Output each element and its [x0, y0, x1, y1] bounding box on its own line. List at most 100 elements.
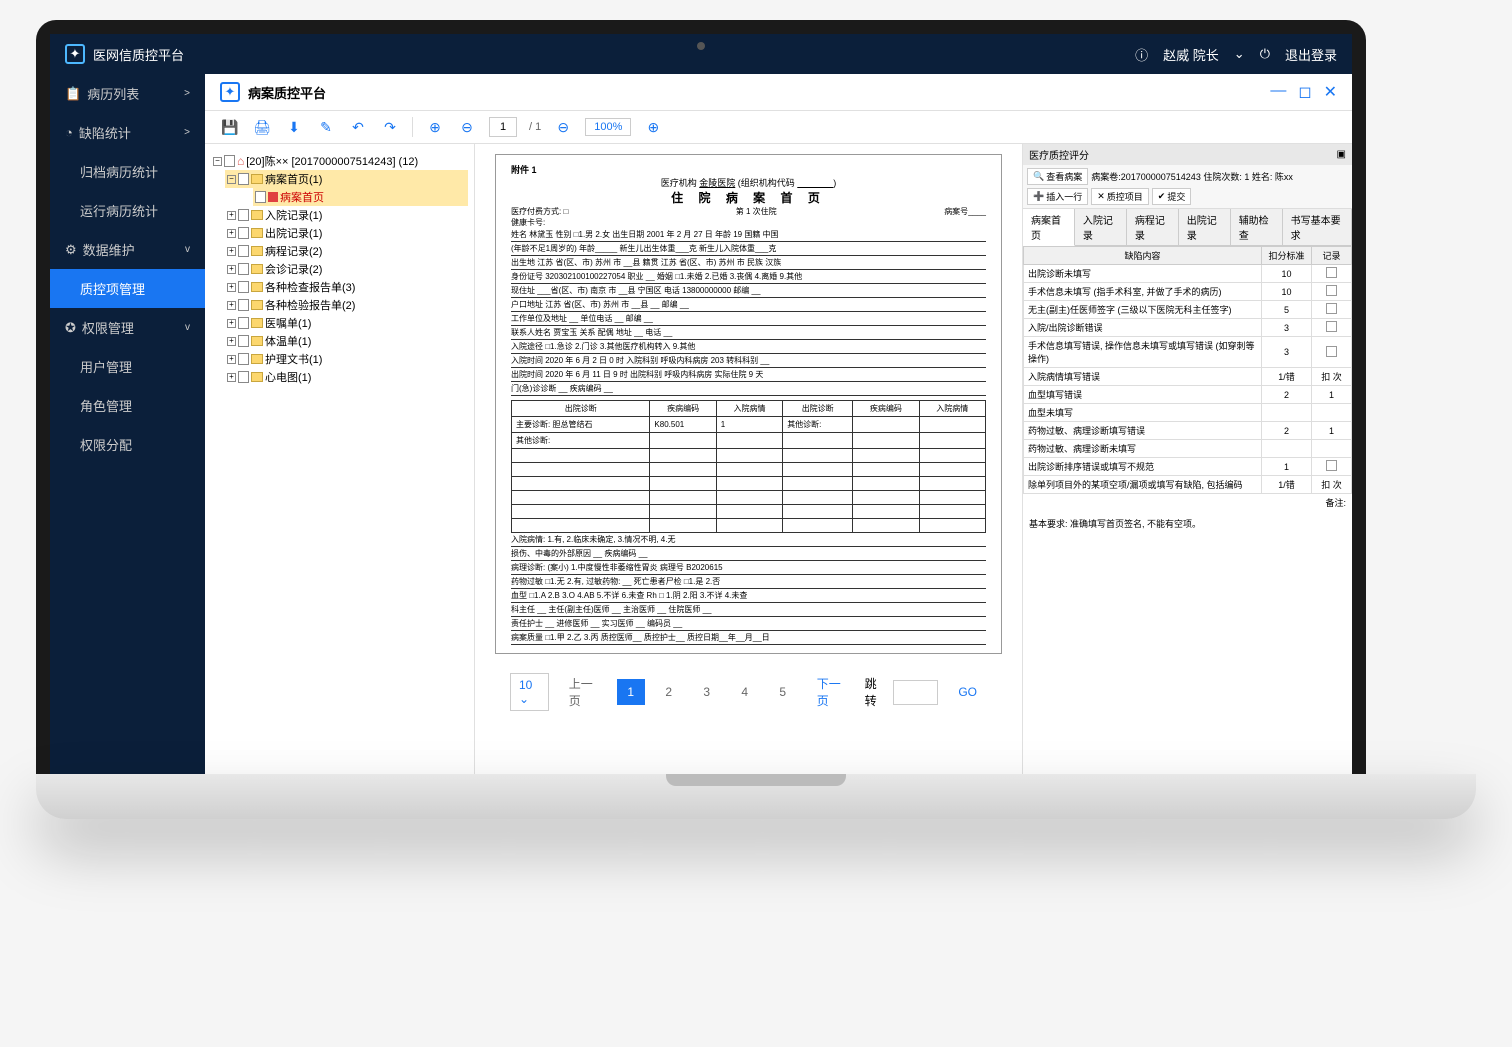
page-3[interactable]: 3 [693, 679, 721, 705]
edit-icon[interactable]: ✎ [316, 118, 336, 136]
print-icon[interactable]: 🖨 [252, 118, 272, 136]
qc-row[interactable]: 血型未填写 [1024, 404, 1352, 422]
page-1[interactable]: 1 [617, 679, 645, 705]
tree-node[interactable]: + 体温单(1) [225, 332, 468, 350]
tree-leaf-selected[interactable]: 病案首页 [253, 188, 468, 206]
note-label: 备注: [1023, 494, 1352, 511]
page-up-icon[interactable]: ⊕ [425, 118, 445, 136]
app-logo-icon: ✦ [65, 44, 85, 64]
qc-row[interactable]: 出院诊断排序错误或填写不规范1 [1024, 458, 1352, 476]
sidebar: 📋病历列表> ◔缺陷统计> 归档病历统计 运行病历统计 ⚙数据维护v 质控项管理… [50, 74, 205, 774]
page-total: / 1 [529, 121, 541, 133]
chevron-down-icon[interactable]: ⌄ [1234, 46, 1245, 62]
sidebar-item-qc[interactable]: 质控项管理 [50, 269, 205, 308]
tree-node[interactable]: + 各种检验报告单(2) [225, 296, 468, 314]
sidebar-item-archived[interactable]: 归档病历统计 [50, 152, 205, 191]
tree-node[interactable]: + 出院记录(1) [225, 224, 468, 242]
jump-input[interactable] [893, 680, 938, 705]
tree-node[interactable]: + 护理文书(1) [225, 350, 468, 368]
qc-row[interactable]: 药物过敏、病理诊断未填写 [1024, 440, 1352, 458]
user-name[interactable]: 赵威 院长 [1163, 45, 1219, 64]
page-down-icon[interactable]: ⊖ [457, 118, 477, 136]
tree-node[interactable]: − 病案首页(1) [225, 170, 468, 188]
zoom-in-icon[interactable]: ⊕ [643, 118, 663, 136]
sidebar-item-perms[interactable]: 权限分配 [50, 425, 205, 464]
tree-panel: −⌂ [20]陈×× [2017000007514243] (12) − 病案首… [205, 144, 475, 774]
qc-row[interactable]: 药物过敏、病理诊断填写错误21 [1024, 422, 1352, 440]
page-input[interactable] [489, 117, 517, 137]
document-title: 住 院 病 案 首 页 [511, 189, 986, 206]
page-5[interactable]: 5 [769, 679, 797, 705]
minimize-icon[interactable]: — [1270, 82, 1286, 102]
qc-search-bar: 🔍查看病案 病案卷:2017000007514243 住院次数: 1 姓名: 陈… [1023, 165, 1352, 209]
qc-tab[interactable]: 书写基本要求 [1283, 209, 1352, 245]
sidebar-item-users[interactable]: 用户管理 [50, 347, 205, 386]
content-header: ✦ 病案质控平台 — ◻ ✕ [205, 74, 1352, 111]
qc-row[interactable]: 手术信息填写错误, 操作信息未填写或填写错误 (如穿刺等操作)3 [1024, 337, 1352, 368]
prev-page-button[interactable]: 上一页 [559, 669, 607, 715]
export-icon[interactable]: ⬇ [284, 118, 304, 136]
page-2[interactable]: 2 [655, 679, 683, 705]
sidebar-item-records[interactable]: 📋病历列表> [50, 74, 205, 113]
qc-row[interactable]: 血型填写错误21 [1024, 386, 1352, 404]
sidebar-item-running[interactable]: 运行病历统计 [50, 191, 205, 230]
sidebar-item-auth[interactable]: ✪权限管理v [50, 308, 205, 347]
content-icon: ✦ [220, 82, 240, 102]
qc-items-button[interactable]: ✕质控项目 [1091, 188, 1149, 205]
qc-row[interactable]: 入院病情填写错误1/错扣 次 [1024, 368, 1352, 386]
diagnosis-table: 出院诊断疾病编码入院病情出院诊断疾病编码入院病情 主要诊断: 胆总管结石 K80… [511, 400, 986, 533]
sidebar-item-data[interactable]: ⚙数据维护v [50, 230, 205, 269]
save-icon[interactable]: 💾 [220, 118, 240, 136]
sidebar-item-roles[interactable]: 角色管理 [50, 386, 205, 425]
insert-row-button[interactable]: ➕插入一行 [1027, 188, 1088, 205]
content-title: 病案质控平台 [248, 83, 326, 102]
document-panel: 附件 1 医疗机构 金陵医院 (组织机构代码 ) 住 院 病 案 首 页 医疗付… [475, 144, 1022, 774]
qc-header: 医疗质控评分 ▣ [1023, 144, 1352, 165]
case-info: 病案卷:2017000007514243 住院次数: 1 姓名: 陈xx [1091, 170, 1293, 183]
document-page: 附件 1 医疗机构 金陵医院 (组织机构代码 ) 住 院 病 案 首 页 医疗付… [495, 154, 1002, 654]
undo-icon[interactable]: ↶ [348, 118, 368, 136]
page-size-select[interactable]: 10 ⌄ [510, 673, 549, 711]
qc-row[interactable]: 入院/出院诊断错误3 [1024, 319, 1352, 337]
qc-row[interactable]: 出院诊断未填写10 [1024, 265, 1352, 283]
qc-row[interactable]: 除单列项目外的某项空项/漏项或填写有缺陷, 包括编码1/错扣 次 [1024, 476, 1352, 494]
tree-node[interactable]: + 心电图(1) [225, 368, 468, 386]
toolbar: 💾 🖨 ⬇ ✎ ↶ ↷ ⊕ ⊖ / 1 ⊖ 100% ⊕ [205, 111, 1352, 144]
app-title: 医网信质控平台 [93, 45, 184, 64]
go-button[interactable]: GO [948, 679, 987, 705]
tree-node[interactable]: + 会诊记录(2) [225, 260, 468, 278]
view-case-button[interactable]: 🔍查看病案 [1027, 168, 1088, 185]
next-page-button[interactable]: 下一页 [807, 669, 855, 715]
page-4[interactable]: 4 [731, 679, 759, 705]
power-icon: ⏻ [1260, 46, 1270, 62]
pagination: 10 ⌄ 上一页 1 2 3 4 5 下一页 跳转 GO [495, 654, 1002, 730]
maximize-icon[interactable]: ◻ [1298, 82, 1311, 102]
qc-collapse-icon[interactable]: ▣ [1337, 149, 1346, 160]
qc-panel: 医疗质控评分 ▣ 🔍查看病案 病案卷:2017000007514243 住院次数… [1022, 144, 1352, 774]
basic-requirement: 基本要求: 准确填写首页签名, 不能有空项。 [1023, 511, 1352, 536]
tree-node[interactable]: + 病程记录(2) [225, 242, 468, 260]
submit-button[interactable]: ✔提交 [1152, 188, 1192, 205]
qc-row[interactable]: 手术信息未填写 (指手术科室, 并做了手术的病历)10 [1024, 283, 1352, 301]
qc-tab[interactable]: 辅助检查 [1231, 209, 1283, 245]
attachment-label: 附件 1 [511, 163, 986, 176]
close-icon[interactable]: ✕ [1324, 82, 1337, 102]
topbar: ✦ 医网信质控平台 ⓘ 赵威 院长 ⌄ ⏻ 退出登录 [50, 34, 1352, 74]
qc-tab[interactable]: 入院记录 [1075, 209, 1127, 245]
tree-node[interactable]: + 医嘱单(1) [225, 314, 468, 332]
qc-row[interactable]: 无主(副主)任医师签字 (三级以下医院无科主任签字)5 [1024, 301, 1352, 319]
qc-tabs: 病案首页 入院记录 病程记录 出院记录 辅助检查 书写基本要求 [1023, 209, 1352, 246]
user-icon: ⓘ [1135, 45, 1148, 64]
tree-root[interactable]: −⌂ [20]陈×× [2017000007514243] (12) [211, 152, 468, 170]
qc-tab[interactable]: 出院记录 [1179, 209, 1231, 245]
logout-button[interactable]: 退出登录 [1285, 45, 1337, 64]
zoom-level[interactable]: 100% [585, 118, 631, 136]
sidebar-item-defects[interactable]: ◔缺陷统计> [50, 113, 205, 152]
qc-tab[interactable]: 病案首页 [1023, 209, 1075, 246]
zoom-out-icon[interactable]: ⊖ [553, 118, 573, 136]
qc-table: 缺陷内容 扣分标准 记录 出院诊断未填写10手术信息未填写 (指手术科室, 并做… [1023, 246, 1352, 494]
qc-tab[interactable]: 病程记录 [1127, 209, 1179, 245]
redo-icon[interactable]: ↷ [380, 118, 400, 136]
tree-node[interactable]: + 各种检查报告单(3) [225, 278, 468, 296]
tree-node[interactable]: + 入院记录(1) [225, 206, 468, 224]
